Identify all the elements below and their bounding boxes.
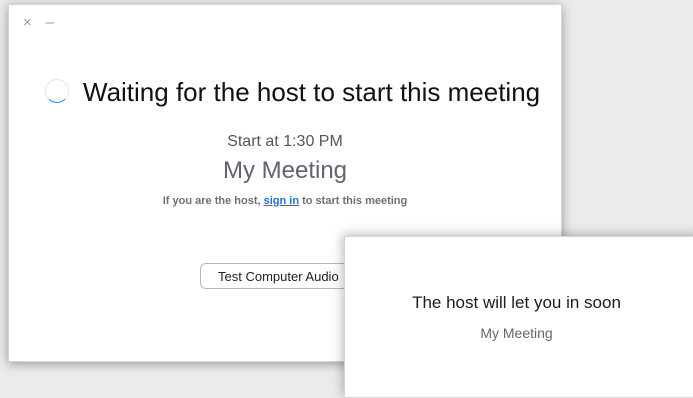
admission-notice-meeting-title: My Meeting [480, 325, 553, 341]
window-controls: × – [23, 15, 54, 31]
host-prompt-suffix: to start this meeting [299, 195, 408, 207]
loading-spinner-icon [45, 79, 69, 103]
host-prompt-prefix: If you are the host, [162, 195, 264, 207]
host-sign-in-prompt: If you are the host, sign in to start th… [9, 195, 561, 207]
admission-notice-window: The host will let you in soon My Meeting [344, 236, 693, 398]
meeting-title: My Meeting [222, 157, 348, 184]
minimize-icon[interactable]: – [46, 15, 54, 31]
meeting-start-time: Start at 1:30 PM [227, 133, 343, 150]
close-icon[interactable]: × [23, 15, 32, 31]
sign-in-link[interactable]: sign in [264, 195, 299, 207]
admission-notice-heading: The host will let you in soon [412, 293, 621, 312]
waiting-heading: Waiting for the host to start this meeti… [83, 77, 541, 107]
